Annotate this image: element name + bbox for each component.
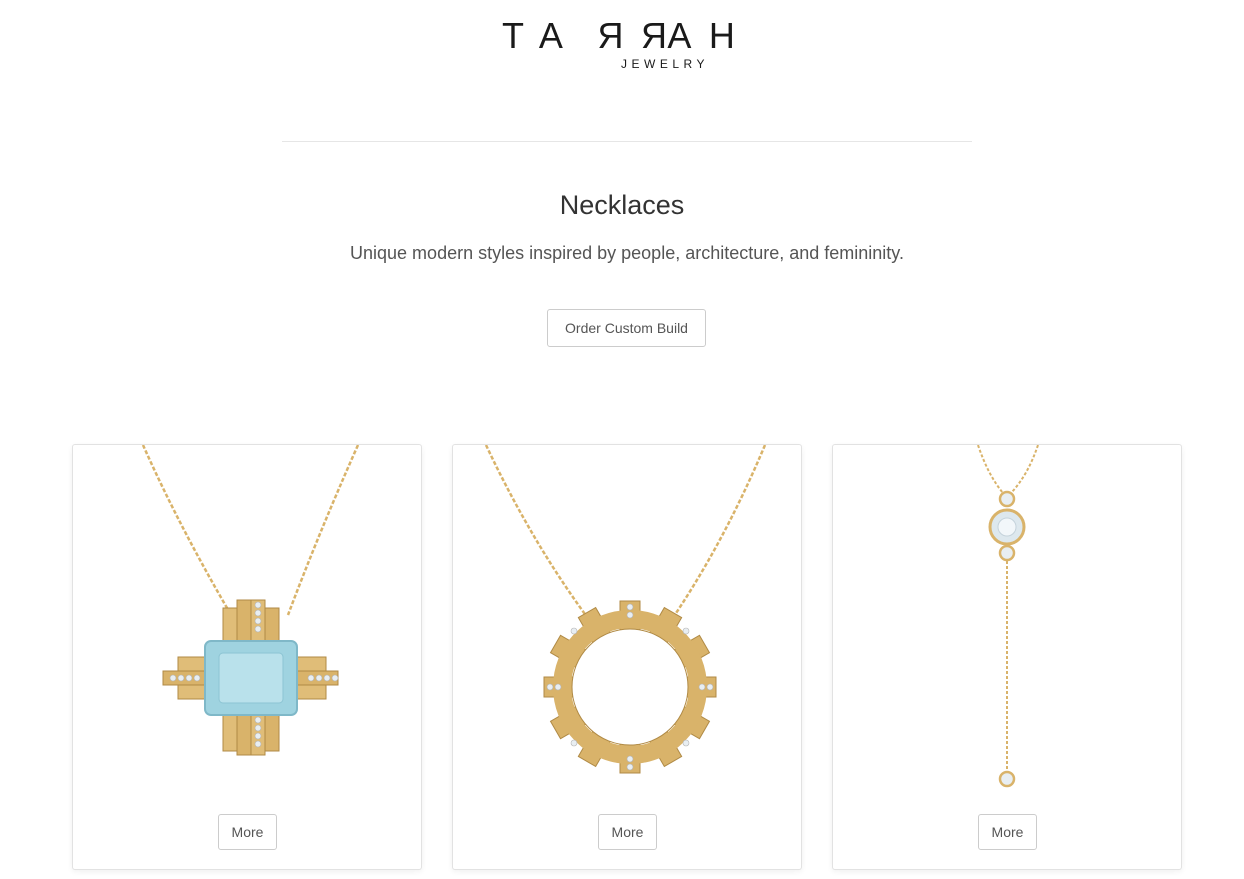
necklace-image-3[interactable]: [833, 445, 1182, 805]
necklace-image-2[interactable]: [453, 445, 802, 805]
site-header: TARRAH JEWELRY: [0, 0, 1244, 90]
product-card[interactable]: More: [72, 444, 422, 870]
more-button[interactable]: More: [598, 814, 657, 850]
order-custom-build-button[interactable]: Order Custom Build: [547, 309, 706, 347]
product-card[interactable]: More: [832, 444, 1182, 870]
page-subtitle: Unique modern styles inspired by people,…: [350, 243, 904, 263]
header-divider: [282, 141, 972, 142]
more-button[interactable]: More: [978, 814, 1037, 850]
necklace-image-1[interactable]: [73, 445, 422, 805]
more-button[interactable]: More: [218, 814, 277, 850]
brand-tagline: JEWELRY: [621, 57, 709, 71]
product-card[interactable]: More: [452, 444, 802, 870]
brand-logo[interactable]: TARRAH: [502, 15, 754, 56]
page-title: Necklaces: [559, 190, 685, 220]
